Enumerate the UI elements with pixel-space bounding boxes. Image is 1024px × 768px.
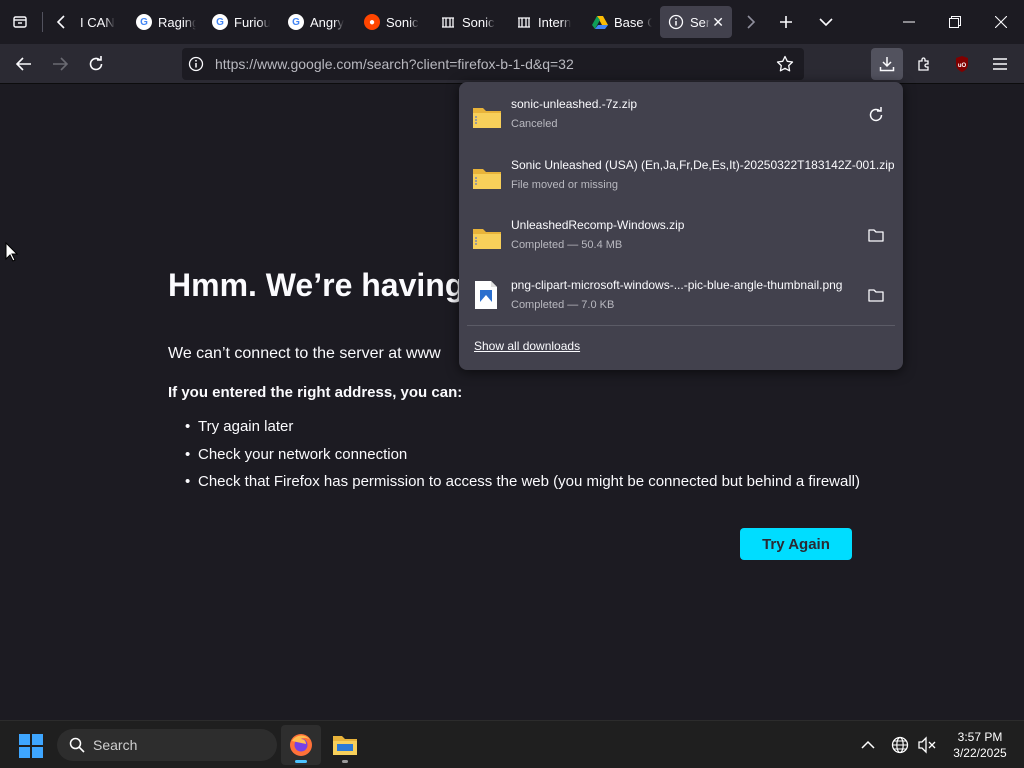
firefox-icon [290,734,312,756]
firefox-view-icon[interactable] [8,10,32,34]
info-icon [668,14,684,30]
tab-1[interactable]: G Raging [136,6,196,38]
list-item: Try again later [185,418,860,446]
drive-icon [592,14,608,30]
back-icon[interactable] [8,48,40,80]
mouse-cursor-icon [5,241,19,267]
download-item-2[interactable]: UnleashedRecomp-Windows.zip Completed — … [459,218,903,278]
search-label: Search [93,737,138,753]
reddit-icon: ● [364,14,380,30]
download-filename: Sonic Unleashed (USA) (En,Ja,Fr,De,Es,It… [511,158,895,172]
system-clock[interactable]: 3:57 PM 3/22/2025 [945,729,1015,761]
google-icon: G [212,14,228,30]
downloads-panel: sonic-unleashed.-7z.zip Canceled Sonic U… [459,82,903,370]
tab-label: Raging [158,14,196,30]
download-filename: sonic-unleashed.-7z.zip [511,97,638,111]
url-bar[interactable]: https://www.google.com/search?client=fir… [182,48,804,80]
image-file-icon [474,280,502,309]
start-button[interactable] [18,733,44,759]
tab-label: Sonic [386,14,419,30]
taskbar-firefox[interactable] [281,725,321,765]
tab-label: I CAN [80,14,115,30]
download-item-1[interactable]: Sonic Unleashed (USA) (En,Ja,Fr,De,Es,It… [459,158,903,218]
taskbar-search[interactable]: Search [57,729,277,761]
tab-6[interactable]: Intern [516,6,574,38]
error-subtitle: If you entered the right address, you ca… [168,384,463,401]
show-all-downloads-link[interactable]: Show all downloads [474,339,580,353]
download-status: File moved or missing [511,179,618,191]
clock-time: 3:57 PM [957,730,1003,744]
tab-4[interactable]: ● Sonic [364,6,422,38]
tab-5[interactable]: Sonic [440,6,498,38]
archive-icon [440,14,456,30]
network-globe-icon[interactable] [890,735,910,755]
active-indicator [295,760,307,763]
tab-label: Angry [310,14,344,30]
retry-icon[interactable] [866,105,886,125]
download-icon [879,57,895,72]
minimize-icon[interactable] [886,0,932,44]
tab-label: Furious [234,14,270,30]
tab-7[interactable]: Base G [592,6,652,38]
site-info-icon[interactable] [188,56,204,72]
file-explorer-icon [333,736,357,755]
app-menu-icon[interactable] [984,48,1016,80]
tab-label: Ser [690,14,711,30]
tab-label: Sonic [462,14,495,30]
try-again-button[interactable]: Try Again [740,528,852,560]
archive-icon [516,14,532,30]
nav-bar: https://www.google.com/search?client=fir… [0,44,1024,84]
zip-folder-icon [472,104,501,132]
zip-folder-icon [472,225,501,253]
tab-2[interactable]: G Furious [212,6,270,38]
page-title: Hmm. We’re having [168,267,465,303]
download-item-3[interactable]: png-clipart-microsoft-windows-...-pic-bl… [459,278,903,338]
tab-8-active[interactable]: Ser ✕ [660,6,732,38]
bookmark-star-icon[interactable] [776,55,794,73]
running-indicator [342,760,348,763]
ublock-origin-icon[interactable]: uO [946,48,978,80]
download-status: Canceled [511,118,558,130]
close-tab-icon[interactable]: ✕ [712,14,724,31]
google-icon: G [288,14,304,30]
folder-icon[interactable] [866,225,886,245]
error-description: We can’t connect to the server at www [168,345,441,362]
show-hidden-icons-icon[interactable] [858,735,878,755]
windows-logo-icon [19,734,43,758]
download-filename: png-clipart-microsoft-windows-...-pic-bl… [511,278,843,292]
suggestion-list: Try again later Check your network conne… [185,418,860,501]
search-icon [69,737,85,753]
divider [467,325,895,326]
zip-folder-icon [472,165,501,193]
tab-bar: I CAN G Raging G Furious G Angry ● Sonic… [0,0,1024,44]
taskbar: Search 3:57 PM 3/22/2025 [0,720,1024,768]
new-tab-icon[interactable] [774,10,798,34]
close-window-icon[interactable] [978,0,1024,44]
taskbar-file-explorer[interactable] [325,725,365,765]
tab-label: Base G [614,14,652,30]
tab-0[interactable]: I CAN [80,6,126,38]
download-status: Completed — 7.0 KB [511,299,615,311]
url-text[interactable]: https://www.google.com/search?client=fir… [215,48,574,80]
reload-icon[interactable] [80,48,112,80]
forward-icon[interactable] [44,48,76,80]
download-item-0[interactable]: sonic-unleashed.-7z.zip Canceled [459,97,903,157]
list-item: Check that Firefox has permission to acc… [185,473,860,501]
svg-text:uO: uO [958,63,967,69]
tab-3[interactable]: G Angry [288,6,346,38]
clock-date: 3/22/2025 [953,746,1007,760]
google-icon: G [136,14,152,30]
download-status: Completed — 50.4 MB [511,239,623,251]
restore-icon[interactable] [932,0,978,44]
extensions-icon[interactable] [908,48,940,80]
scroll-tabs-left-icon[interactable] [50,10,74,34]
scroll-tabs-right-icon[interactable] [738,10,762,34]
list-item: Check your network connection [185,446,860,474]
download-filename: UnleashedRecomp-Windows.zip [511,218,685,232]
folder-icon[interactable] [866,285,886,305]
downloads-button[interactable] [871,48,903,80]
list-all-tabs-icon[interactable] [814,10,838,34]
volume-muted-icon[interactable] [916,735,938,755]
tab-label: Intern [538,14,572,30]
